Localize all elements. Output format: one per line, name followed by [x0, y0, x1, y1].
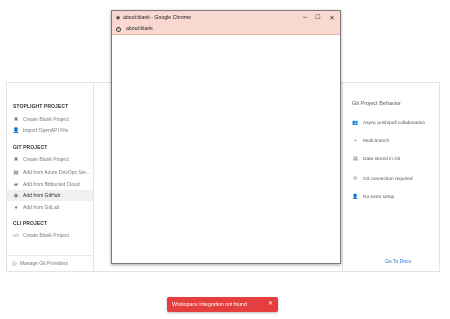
behavior-panel: Git Project Behavior 👥 Async push/pull c… — [342, 83, 439, 271]
behavior-label: Multi branch — [363, 138, 390, 144]
github-icon: ◉ — [13, 192, 19, 199]
window-titlebar[interactable]: ◉ about:blank - Google Chrome ─ ☐ ✕ — [112, 11, 340, 24]
database-icon: ▤ — [353, 156, 358, 162]
import-openapi-file[interactable]: 👤 Import OpenAPI File — [7, 125, 93, 136]
behavior-label: Async push/pull collaboration — [363, 120, 426, 126]
go-to-docs-link[interactable]: Go To Docs — [385, 259, 411, 265]
behavior-item: 👤 No extra setup — [352, 194, 394, 200]
manage-git-providers[interactable]: ◎ Manage Git Providers — [7, 259, 93, 269]
project-type-sidebar: STOPLIGHT PROJECT ✖ Create Blank Project… — [7, 83, 94, 271]
section-title-cli: CLI PROJECT — [13, 221, 48, 227]
behavior-label: No extra setup — [363, 194, 395, 200]
user-icon: 👤 — [352, 194, 359, 200]
branch-icon: ⑂ — [353, 138, 357, 144]
item-label: Add from GitHub — [23, 192, 61, 199]
item-label: Add from GitLab — [23, 204, 60, 211]
section-title-git: GIT PROJECT — [13, 145, 48, 151]
item-label: Import OpenAPI File — [23, 127, 69, 134]
behavior-label: Git connection required — [363, 176, 413, 182]
behavior-item: ⟳ Git connection required — [352, 176, 413, 182]
toast-close-icon[interactable]: ✕ — [268, 300, 273, 307]
section-title-stoplight: STOPLIGHT PROJECT — [13, 104, 69, 110]
users-icon: 👥 — [352, 120, 359, 126]
x-icon: ✖ — [13, 116, 19, 123]
minimize-button[interactable]: ─ — [298, 11, 312, 24]
add-from-bitbucket-cloud[interactable]: ▰ Add from Bitbucket Cloud — [7, 179, 93, 190]
x-icon: ✖ — [13, 156, 19, 163]
divider — [7, 255, 93, 256]
behavior-item: 👥 Async push/pull collaboration — [352, 120, 425, 126]
git-create-blank-project[interactable]: ✖ Create Blank Project — [7, 154, 93, 165]
cli-create-blank-project[interactable]: </> Create Blank Project — [7, 230, 93, 241]
close-button[interactable]: ✕ — [325, 11, 339, 24]
bitbucket-icon: ▰ — [13, 181, 19, 188]
item-label: Create Blank Project — [23, 116, 69, 123]
item-label: Create Blank Project — [23, 232, 69, 239]
stoplight-create-blank-project[interactable]: ✖ Create Blank Project — [7, 114, 93, 125]
item-label: Create Blank Project — [23, 156, 69, 163]
behavior-item: ▤ Data stored in Git — [352, 156, 400, 162]
add-from-gitlab[interactable]: ♦ Add from GitLab — [7, 202, 93, 213]
behavior-item: ⑂ Multi branch — [352, 138, 389, 144]
address-bar[interactable]: i about:blank — [112, 24, 340, 35]
server-icon: ▦ — [13, 169, 19, 176]
add-from-github[interactable]: ◉ Add from GitHub — [7, 190, 93, 201]
info-icon[interactable]: i — [116, 26, 121, 32]
window-title: about:blank - Google Chrome — [123, 14, 192, 21]
chrome-popup-window: ◉ about:blank - Google Chrome ─ ☐ ✕ i ab… — [111, 10, 341, 264]
behavior-title: Git Project Behavior — [352, 101, 401, 107]
settings-icon: ◎ — [12, 261, 17, 267]
behavior-label: Data stored in Git — [363, 156, 401, 162]
add-from-azure-devops[interactable]: ▦ Add from Azure DevOps Ser... — [7, 167, 93, 178]
url-text[interactable]: about:blank — [126, 26, 153, 32]
maximize-button[interactable]: ☐ — [311, 11, 325, 24]
item-label: Add from Azure DevOps Ser... — [23, 169, 90, 176]
sync-icon: ⟳ — [353, 176, 358, 182]
item-label: Add from Bitbucket Cloud — [23, 181, 80, 188]
manage-label: Manage Git Providers — [19, 261, 69, 267]
gitlab-icon: ♦ — [14, 204, 18, 211]
error-toast: Workspace Integration not found ✕ — [167, 297, 278, 312]
code-icon: </> — [12, 233, 20, 238]
user-import-icon: 👤 — [12, 127, 20, 134]
toast-message: Workspace Integration not found — [172, 301, 247, 308]
chrome-favicon-icon: ◉ — [115, 14, 121, 21]
